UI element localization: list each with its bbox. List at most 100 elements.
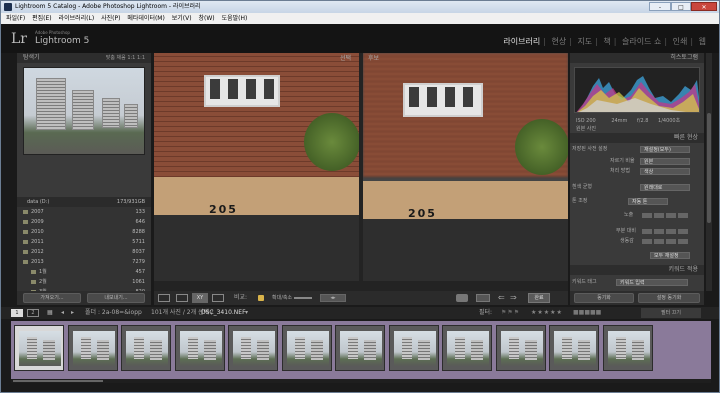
filmstrip-thumbnail[interactable] xyxy=(335,325,385,371)
folder-row[interactable]: 2012 8037 xyxy=(17,247,151,257)
module-slideshow[interactable]: 슬라이드 쇼 xyxy=(619,37,664,46)
reset-all-button[interactable]: 모두 재설정 xyxy=(650,252,690,259)
filmstrip-thumbnail[interactable] xyxy=(281,325,332,371)
crop-row: 자르기 비율 원본 xyxy=(572,157,702,166)
filter-off-select[interactable]: 필터 끄기 xyxy=(641,308,701,318)
sync-settings-button[interactable]: 설정 동기화 xyxy=(638,293,700,303)
white-balance-row: 흰색 균형 원래대로 xyxy=(572,183,702,192)
vibrance-buttons[interactable] xyxy=(642,239,690,244)
star-rating-filter[interactable]: ★★★★★ xyxy=(531,307,563,319)
title-bar: Lightroom 5 Catalog - Adobe Photoshop Li… xyxy=(1,1,719,13)
back-arrow-icon[interactable]: ◂ xyxy=(61,307,64,319)
sync-metadata-button[interactable]: 동기화 xyxy=(574,293,634,303)
filmstrip-thumbnail[interactable] xyxy=(67,325,118,371)
filmstrip-thumbnail[interactable] xyxy=(388,325,439,371)
nav-mode-1to1[interactable]: 1:1 xyxy=(127,55,135,61)
nav-mode-fill[interactable]: 채움 xyxy=(117,55,126,61)
module-map[interactable]: 지도 xyxy=(574,37,595,46)
thumbnail-image xyxy=(340,331,382,366)
menu-edit[interactable]: 편집(E) xyxy=(32,15,52,22)
navigator-preview[interactable] xyxy=(23,67,145,155)
folder-icon xyxy=(23,250,28,254)
module-book[interactable]: 책 xyxy=(600,37,613,46)
quick-develop-header[interactable]: 빠른 현상 xyxy=(570,133,704,143)
grid-icon[interactable]: ▦ xyxy=(47,307,53,319)
thumbnail-image xyxy=(554,331,596,366)
menu-window[interactable]: 창(W) xyxy=(199,15,215,22)
menu-library[interactable]: 라이브러리(L) xyxy=(59,15,95,22)
menu-view[interactable]: 보기(V) xyxy=(172,15,192,22)
flag-filter-icons[interactable]: ⚑⚑⚑ xyxy=(501,307,520,319)
module-picker: 라이브러리 | 현상 | 지도 | 책 | 슬라이드 쇼 | 인쇄 | 웹 xyxy=(500,36,709,47)
loupe-view-icon[interactable] xyxy=(176,294,188,302)
done-button[interactable]: 완료 xyxy=(528,293,550,303)
folder-row[interactable]: 2009 646 xyxy=(17,217,151,227)
folders-panel: data (D:) 173/931GB 2007 133 2009 646 2010… xyxy=(17,197,151,295)
filmstrip-thumbnail[interactable] xyxy=(549,325,599,371)
right-scrollbar[interactable] xyxy=(706,53,712,291)
select-photo[interactable]: 205 xyxy=(154,53,359,281)
drive-row[interactable]: data (D:) 173/931GB xyxy=(17,197,151,207)
folder-row[interactable]: 2010 8288 xyxy=(17,227,151,237)
source-dropdown-icon[interactable]: ▾ xyxy=(245,307,248,319)
menu-help[interactable]: 도움말(H) xyxy=(222,15,248,22)
module-web[interactable]: 웹 xyxy=(696,37,709,46)
zoom-slider[interactable] xyxy=(294,297,312,299)
swap-button[interactable]: ◂▸ xyxy=(320,294,346,302)
export-button[interactable]: 내보내기... xyxy=(87,293,145,303)
module-print[interactable]: 인쇄 xyxy=(670,37,691,46)
camera-icon[interactable] xyxy=(456,294,468,302)
import-button[interactable]: 가져오기... xyxy=(23,293,81,303)
screen-icon[interactable] xyxy=(476,294,490,302)
compare-view-icon[interactable]: XY xyxy=(192,293,208,303)
exposure-label: 노출 xyxy=(624,212,634,218)
treatment-select[interactable]: 색상 xyxy=(640,168,690,175)
grid-view-icon[interactable] xyxy=(158,294,170,302)
auto-tone-button[interactable]: 자동 톤 xyxy=(628,198,668,205)
keywording-header[interactable]: 키워드 적용 xyxy=(570,265,704,275)
filmstrip-thumbnail[interactable] xyxy=(228,325,278,371)
filmstrip-thumbnail[interactable] xyxy=(174,325,225,371)
menu-metadata[interactable]: 메타데이터(M) xyxy=(127,15,164,22)
nav-mode-custom[interactable]: 1:1 xyxy=(137,55,145,61)
left-panel: 탐색기 맞춤 채움 1:1 1:1 data (D:) 173/931GB 20… xyxy=(17,53,151,295)
screen-2-icon[interactable]: 2 xyxy=(27,309,39,317)
menu-photo[interactable]: 사진(P) xyxy=(101,15,120,22)
filmstrip-thumbnail[interactable] xyxy=(14,325,64,371)
candidate-photo[interactable]: 205 xyxy=(363,53,568,281)
preset-select[interactable]: 재설정(모두) xyxy=(640,146,690,153)
next-arrow-icon[interactable]: ⇒ xyxy=(510,291,517,305)
subfolder-row[interactable]: 1월 457 xyxy=(17,267,151,277)
close-button[interactable]: ✕ xyxy=(691,2,717,11)
keyword-select[interactable]: 키워드 입력 xyxy=(616,279,688,286)
prev-arrow-icon[interactable]: ⇐ xyxy=(498,291,505,305)
menu-file[interactable]: 파일(F) xyxy=(6,15,25,22)
lr-logo: Lr xyxy=(11,31,27,47)
filmstrip-thumbnail[interactable] xyxy=(495,325,546,371)
lock-icon[interactable] xyxy=(258,295,264,301)
filmstrip-source[interactable]: 폴더 : 2a-08=&iopp xyxy=(85,307,142,319)
folder-row[interactable]: 2013 7279 xyxy=(17,257,151,267)
folder-row[interactable]: 2011 5711 xyxy=(17,237,151,247)
screen-1-icon[interactable]: 1 xyxy=(11,309,23,317)
filmstrip-thumbnail[interactable] xyxy=(602,325,653,371)
crop-select[interactable]: 원본 xyxy=(640,158,690,165)
maximize-button[interactable]: □ xyxy=(671,2,691,11)
subfolder-row[interactable]: 2월 1061 xyxy=(17,277,151,287)
forward-arrow-icon[interactable]: ▸ xyxy=(71,307,74,319)
exposure-buttons[interactable] xyxy=(642,213,690,218)
module-library[interactable]: 라이브러리 xyxy=(500,37,543,46)
module-develop[interactable]: 현상 xyxy=(548,37,569,46)
survey-view-icon[interactable] xyxy=(212,294,224,302)
navigator-header[interactable]: 탐색기 맞춤 채움 1:1 1:1 xyxy=(17,53,151,63)
minimize-button[interactable]: - xyxy=(649,2,671,11)
folder-row[interactable]: 2007 133 xyxy=(17,207,151,217)
color-filter-icons[interactable]: ■■■■■ xyxy=(573,307,601,319)
histogram-header[interactable]: 히스토그램 xyxy=(570,53,704,63)
filmstrip-thumbnail[interactable] xyxy=(121,325,171,371)
clarity-buttons[interactable] xyxy=(642,229,690,234)
filmstrip-thumbnail[interactable] xyxy=(442,325,492,371)
filmstrip-scrollbar[interactable] xyxy=(11,379,711,383)
white-balance-select[interactable]: 원래대로 xyxy=(640,184,690,191)
nav-mode-fit[interactable]: 맞춤 xyxy=(106,55,115,61)
